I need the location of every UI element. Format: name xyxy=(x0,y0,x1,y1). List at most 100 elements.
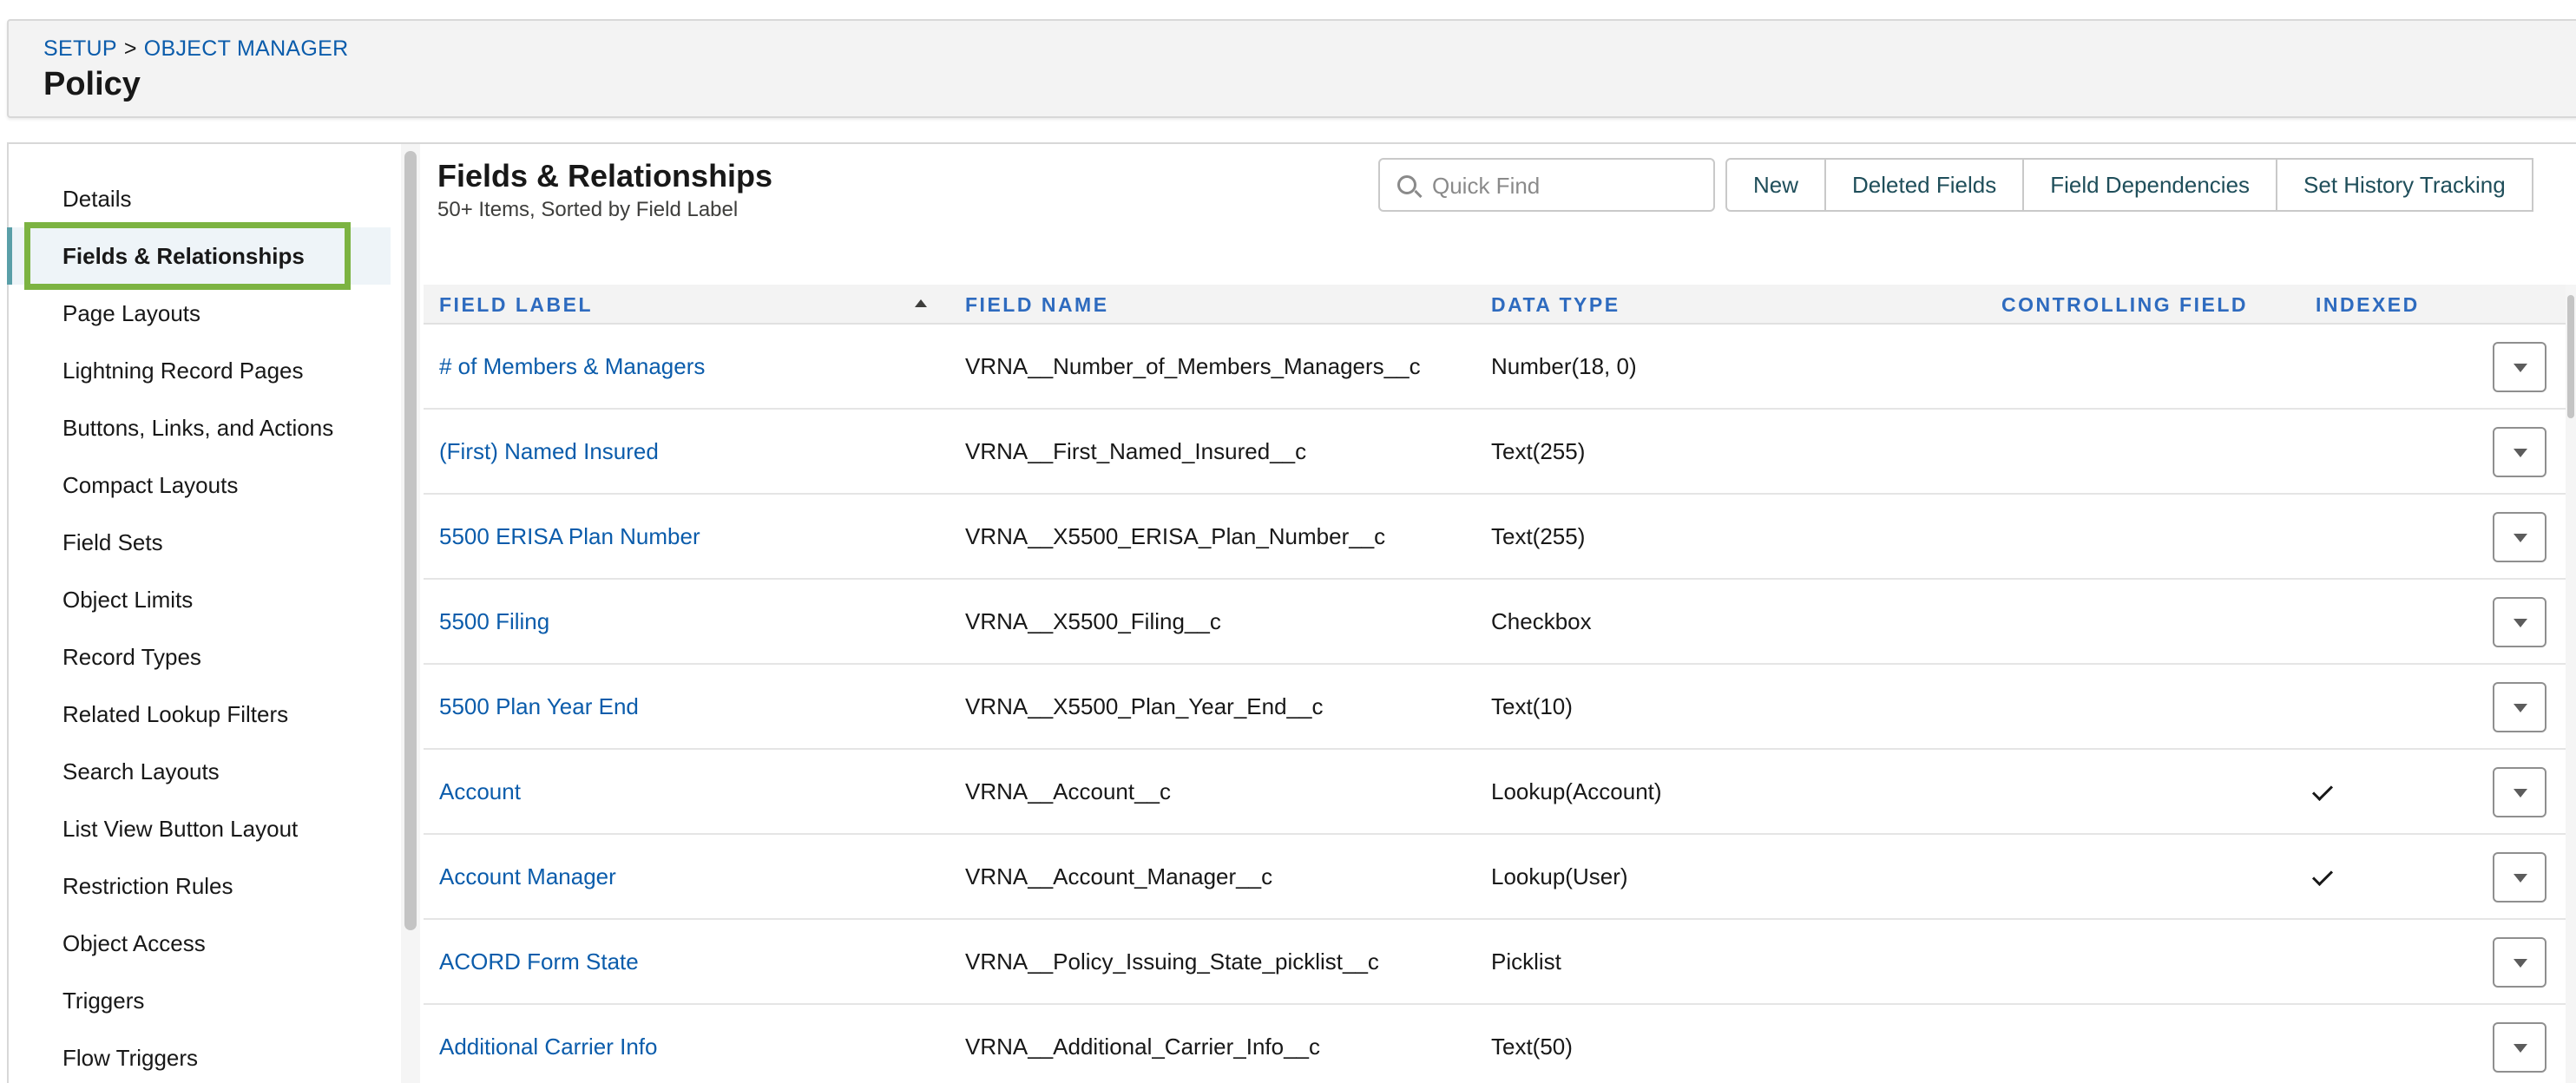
sidebar-item-label: Object Access xyxy=(62,930,206,956)
field-name-cell: VRNA__X5500_Plan_Year_End__c xyxy=(965,693,1324,719)
breadcrumb-setup-link[interactable]: SETUP xyxy=(43,36,117,61)
row-action-dropdown[interactable] xyxy=(2493,767,2546,817)
page-header: SETUP > OBJECT MANAGER Policy xyxy=(7,19,2576,118)
table-row: Account VRNA__Account__c Lookup(Account) xyxy=(424,750,2566,835)
field-name-cell: VRNA__X5500_Filing__c xyxy=(965,608,1221,634)
chevron-down-icon xyxy=(2514,874,2527,883)
sidebar-scroll-thumb[interactable] xyxy=(404,151,417,930)
chevron-down-icon xyxy=(2514,364,2527,372)
data-type-cell: Checkbox xyxy=(1491,608,1592,634)
field-label-link[interactable]: Account xyxy=(439,750,521,833)
sidebar-item-label: Field Sets xyxy=(62,529,163,555)
field-label-link[interactable]: 5500 Filing xyxy=(439,580,549,663)
table-row: 5500 Filing VRNA__X5500_Filing__c Checkb… xyxy=(424,580,2566,665)
field-label-link[interactable]: ACORD Form State xyxy=(439,920,639,1003)
field-name-cell: VRNA__Account_Manager__c xyxy=(965,863,1273,889)
field-name-cell: VRNA__X5500_ERISA_Plan_Number__c xyxy=(965,523,1386,549)
field-label-link[interactable]: Additional Carrier Info xyxy=(439,1005,657,1083)
data-type-cell: Lookup(User) xyxy=(1491,863,1628,889)
search-icon xyxy=(1397,175,1416,194)
column-header-indexed[interactable]: INDEXED xyxy=(2316,285,2420,325)
column-header-data-type[interactable]: DATA TYPE xyxy=(1491,285,1620,325)
sidebar-item-label: Lightning Record Pages xyxy=(62,358,304,384)
sidebar-item-field-sets[interactable]: Field Sets xyxy=(9,514,391,571)
field-label-link[interactable]: 5500 Plan Year End xyxy=(439,665,639,748)
table-row: Additional Carrier Info VRNA__Additional… xyxy=(424,1005,2566,1083)
table-row: # of Members & Managers VRNA__Number_of_… xyxy=(424,325,2566,410)
breadcrumb-separator: > xyxy=(123,36,137,61)
quick-find-box xyxy=(1378,158,1715,212)
row-action-dropdown[interactable] xyxy=(2493,512,2546,562)
quick-find-input[interactable] xyxy=(1432,168,1701,203)
sidebar-item-restriction-rules[interactable]: Restriction Rules xyxy=(9,857,391,915)
table-row: ACORD Form State VRNA__Policy_Issuing_St… xyxy=(424,920,2566,1005)
sidebar-item-triggers[interactable]: Triggers xyxy=(9,972,391,1029)
column-header-field-label[interactable]: FIELD LABEL xyxy=(439,285,593,325)
indexed-check-icon xyxy=(2311,779,2334,802)
sidebar-item-label: Object Limits xyxy=(62,587,194,613)
sidebar-item-label: Compact Layouts xyxy=(62,472,239,498)
field-dependencies-button[interactable]: Field Dependencies xyxy=(2024,158,2278,212)
sidebar-item-compact-layouts[interactable]: Compact Layouts xyxy=(9,456,391,514)
row-action-dropdown[interactable] xyxy=(2493,597,2546,647)
sidebar-item-label: Details xyxy=(62,186,132,212)
sidebar-item-object-limits[interactable]: Object Limits xyxy=(9,571,391,628)
sidebar-item-flow-triggers[interactable]: Flow Triggers xyxy=(9,1029,391,1083)
sidebar-item-page-layouts[interactable]: Page Layouts xyxy=(9,285,391,342)
data-type-cell: Lookup(Account) xyxy=(1491,778,1662,804)
field-label-link[interactable]: Account Manager xyxy=(439,835,616,918)
sidebar-item-label: Record Types xyxy=(62,644,201,670)
sidebar-item-buttons-links-actions[interactable]: Buttons, Links, and Actions xyxy=(9,399,391,456)
field-name-cell: VRNA__First_Named_Insured__c xyxy=(965,438,1307,464)
table-scrollbar[interactable] xyxy=(2566,285,2576,1083)
field-name-cell: VRNA__Account__c xyxy=(965,778,1172,804)
chevron-down-icon xyxy=(2514,704,2527,712)
sidebar-item-fields-relationships[interactable]: Fields & Relationships xyxy=(7,222,391,290)
data-type-cell: Number(18, 0) xyxy=(1491,353,1637,379)
new-button[interactable]: New xyxy=(1725,158,1827,212)
sidebar-item-details[interactable]: Details xyxy=(9,170,391,227)
sidebar-item-label: Search Layouts xyxy=(62,758,220,784)
sidebar-item-list-view-button-layout[interactable]: List View Button Layout xyxy=(9,800,391,857)
breadcrumb-object-manager-link[interactable]: OBJECT MANAGER xyxy=(144,36,349,61)
sort-ascending-icon[interactable] xyxy=(915,299,927,307)
data-type-cell: Picklist xyxy=(1491,948,1561,975)
field-label-link[interactable]: # of Members & Managers xyxy=(439,325,705,408)
set-history-tracking-button[interactable]: Set History Tracking xyxy=(2277,158,2533,212)
chevron-down-icon xyxy=(2514,534,2527,542)
sidebar-item-label: Restriction Rules xyxy=(62,873,233,899)
chevron-down-icon xyxy=(2514,959,2527,968)
sidebar-item-lightning-record-pages[interactable]: Lightning Record Pages xyxy=(9,342,391,399)
field-name-cell: VRNA__Number_of_Members_Managers__c xyxy=(965,353,1421,379)
chevron-down-icon xyxy=(2514,449,2527,457)
data-type-cell: Text(255) xyxy=(1491,523,1586,549)
deleted-fields-button[interactable]: Deleted Fields xyxy=(1826,158,2025,212)
row-action-dropdown[interactable] xyxy=(2493,1022,2546,1073)
table-header: FIELD LABEL FIELD NAME DATA TYPE CONTROL… xyxy=(424,285,2566,325)
table-row: 5500 ERISA Plan Number VRNA__X5500_ERISA… xyxy=(424,495,2566,580)
action-button-group: New Deleted Fields Field Dependencies Se… xyxy=(1725,158,2533,212)
sidebar-item-search-layouts[interactable]: Search Layouts xyxy=(9,743,391,800)
field-label-link[interactable]: (First) Named Insured xyxy=(439,410,659,493)
table-scroll-thumb[interactable] xyxy=(2567,295,2574,418)
row-action-dropdown[interactable] xyxy=(2493,852,2546,902)
sidebar-item-related-lookup-filters[interactable]: Related Lookup Filters xyxy=(9,686,391,743)
table-row: Account Manager VRNA__Account_Manager__c… xyxy=(424,835,2566,920)
indexed-check-icon xyxy=(2311,864,2334,887)
row-action-dropdown[interactable] xyxy=(2493,682,2546,732)
sidebar-scrollbar[interactable] xyxy=(401,144,420,1083)
field-label-link[interactable]: 5500 ERISA Plan Number xyxy=(439,495,700,578)
sidebar: Details Fields & Relationships Page Layo… xyxy=(7,142,420,1083)
column-header-field-name[interactable]: FIELD NAME xyxy=(965,285,1109,325)
main-panel: Fields & Relationships 50+ Items, Sorted… xyxy=(420,142,2576,1083)
sidebar-item-object-access[interactable]: Object Access xyxy=(9,915,391,972)
row-action-dropdown[interactable] xyxy=(2493,342,2546,392)
row-action-dropdown[interactable] xyxy=(2493,427,2546,477)
row-action-dropdown[interactable] xyxy=(2493,937,2546,988)
chevron-down-icon xyxy=(2514,789,2527,797)
table-body: # of Members & Managers VRNA__Number_of_… xyxy=(424,325,2566,1083)
sidebar-item-label: Triggers xyxy=(62,988,145,1014)
column-header-controlling-field[interactable]: CONTROLLING FIELD xyxy=(2001,285,2248,325)
sidebar-item-record-types[interactable]: Record Types xyxy=(9,628,391,686)
data-type-cell: Text(50) xyxy=(1491,1034,1573,1060)
